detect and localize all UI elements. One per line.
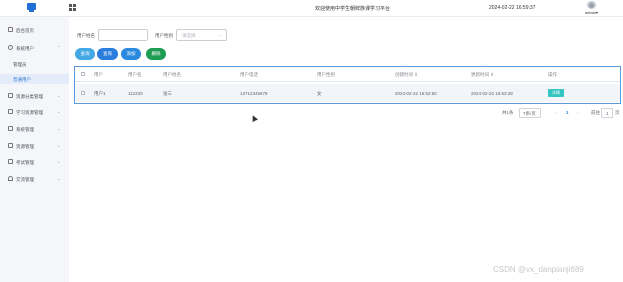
resource-icon — [8, 143, 13, 148]
sidebar-item-label: 资源管理 — [16, 144, 34, 149]
sidebar-subitem-label: 普通用户 — [13, 77, 31, 82]
prev-page-button[interactable]: ‹ — [555, 110, 557, 119]
datetime-display: 2024-02-22 16:59:37 — [489, 5, 536, 11]
home-icon — [8, 27, 13, 32]
page-number-current[interactable]: 1 — [566, 110, 569, 119]
next-page-button[interactable]: › — [577, 110, 579, 119]
search-button[interactable]: 查询 — [75, 48, 95, 60]
chevron-down-icon: ⌄ — [57, 93, 61, 98]
cell-type: 用户1 — [94, 91, 106, 96]
sidebar-item-home[interactable]: 后台首页 — [0, 25, 69, 36]
sidebar-item-label: 考试管理 — [16, 160, 34, 165]
column-header-gender: 用户性别 — [317, 72, 335, 77]
user-name-input[interactable] — [98, 29, 148, 41]
top-bar: 欢迎使用中学生朝鲜族课学习平台 2024-02-22 16:59:37 admi… — [0, 0, 623, 17]
sidebar-item-label: 交流管理 — [16, 177, 34, 182]
sidebar-item-system-users[interactable]: 系统用户 ⌃ — [0, 43, 69, 54]
page-size-select[interactable]: 7条/页 — [519, 108, 541, 118]
sidebar-item-communication[interactable]: 交流管理 ⌄ — [0, 174, 69, 185]
sidebar: 后台首页 系统用户 ⌃ 管理员 普通用户 资源分类管理 ⌄ 学习资源管理 ⌄ 系… — [0, 17, 69, 282]
user-gender-select[interactable]: 请选择 ⌄ — [176, 29, 227, 41]
column-header-created[interactable]: 创建时间 ⇕ — [395, 72, 418, 78]
column-header-updated[interactable]: 更新时间 ⇕ — [471, 72, 494, 78]
column-header-phone: 用户电话 — [240, 72, 258, 77]
book-icon — [8, 109, 13, 114]
row-checkbox[interactable] — [81, 91, 85, 95]
folder-icon — [8, 93, 13, 98]
monitor-icon[interactable] — [27, 3, 36, 12]
watermark: CSDN @vx_danpianji689 — [493, 265, 584, 274]
table-row[interactable]: 用户1 112233 张三 13712345678 女 2024-02-22 1… — [75, 84, 620, 102]
query-button[interactable]: 查询 — [97, 48, 118, 60]
column-header-username: 用户名 — [128, 72, 142, 77]
cell-gender: 女 — [317, 91, 322, 96]
system-icon — [8, 126, 13, 131]
delete-button[interactable]: 删除 — [146, 48, 166, 60]
chevron-down-icon: ⌄ — [57, 176, 61, 181]
pagination-total: 共1条 — [502, 110, 514, 115]
user-menu[interactable]: admin▾ — [585, 10, 598, 15]
goto-label: 前往 — [591, 110, 600, 115]
sidebar-item-label: 系统管理 — [16, 127, 34, 132]
column-header-name: 用户姓名 — [163, 72, 181, 77]
select-all-checkbox[interactable] — [81, 72, 85, 76]
sidebar-item-exam-management[interactable]: 考试管理 ⌄ — [0, 157, 69, 168]
page-size-value: 7条/页 — [523, 111, 536, 116]
sidebar-item-resource-management[interactable]: 资源管理 ⌄ — [0, 141, 69, 152]
site-title: 欢迎使用中学生朝鲜族课学习平台 — [315, 6, 391, 12]
add-button[interactable]: 添加 — [121, 48, 141, 60]
detail-button[interactable]: 详情 — [548, 89, 564, 97]
sidebar-item-resource-category[interactable]: 资源分类管理 ⌄ — [0, 91, 69, 102]
column-header-type: 用户 — [94, 72, 103, 77]
user-icon — [8, 45, 13, 50]
sidebar-subitem-admins[interactable]: 管理员 — [0, 59, 69, 69]
chevron-down-icon: ⌄ — [57, 126, 61, 131]
chevron-down-icon: ⌄ — [57, 159, 61, 164]
cell-updated: 2024-02-22 16:53:28 — [471, 91, 513, 96]
sidebar-item-label: 后台首页 — [16, 28, 34, 33]
chevron-down-icon: ⌄ — [218, 32, 222, 37]
table-header-row: 用户 用户名 用户姓名 用户电话 用户性别 创建时间 ⇕ 更新时间 ⇕ 操作 — [75, 67, 620, 82]
gender-placeholder: 请选择 — [182, 33, 196, 38]
cell-username: 112233 — [128, 91, 143, 96]
user-name-label: 用户姓名 — [77, 33, 95, 38]
goto-page-input[interactable]: 1 — [601, 108, 613, 118]
grid-menu-icon[interactable] — [69, 4, 76, 11]
column-header-action: 操作 — [548, 72, 557, 77]
sidebar-item-learning-resources[interactable]: 学习资源管理 ⌄ — [0, 107, 69, 118]
user-table: 用户 用户名 用户姓名 用户电话 用户性别 创建时间 ⇕ 更新时间 ⇕ 操作 用… — [74, 66, 621, 104]
sidebar-item-system-management[interactable]: 系统管理 ⌄ — [0, 124, 69, 135]
cell-created: 2024-02-22 16:52:50 — [395, 91, 437, 96]
goto-page-value: 1 — [606, 111, 609, 116]
page-unit-label: 页 — [615, 110, 620, 115]
sidebar-item-label: 资源分类管理 — [16, 94, 43, 99]
chevron-up-icon: ⌃ — [57, 45, 61, 50]
user-gender-label: 用户性别 — [155, 33, 173, 38]
chevron-down-icon: ⌄ — [57, 143, 61, 148]
avatar[interactable] — [587, 1, 596, 9]
chevron-down-icon: ⌄ — [57, 109, 61, 114]
sidebar-subitem-label: 管理员 — [13, 62, 27, 67]
sidebar-item-label: 系统用户 — [16, 46, 34, 51]
cell-name: 张三 — [163, 91, 172, 96]
exam-icon — [8, 159, 13, 164]
sidebar-subitem-normal-users[interactable]: 普通用户 — [0, 74, 69, 84]
cell-phone: 13712345678 — [240, 91, 268, 96]
headset-icon — [8, 176, 13, 181]
sidebar-item-label: 学习资源管理 — [16, 110, 43, 115]
